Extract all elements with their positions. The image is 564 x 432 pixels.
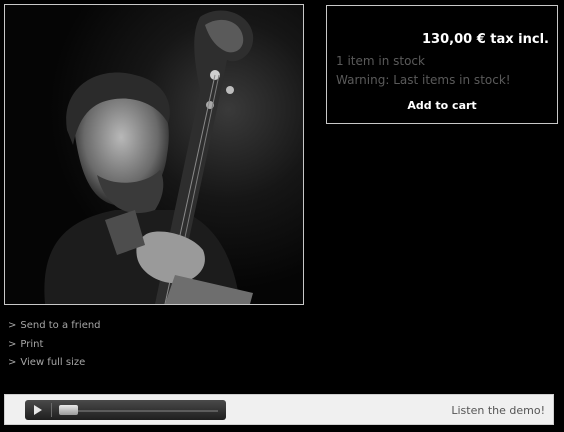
view-full-size-link[interactable]: > View full size [8, 356, 101, 375]
listen-demo-label: Listen the demo! [451, 404, 545, 417]
send-to-friend-link[interactable]: > Send to a friend [8, 319, 101, 338]
product-image[interactable] [4, 4, 304, 305]
product-photo [5, 5, 303, 304]
arrow-icon: > [8, 357, 17, 368]
print-link[interactable]: > Print [8, 338, 101, 357]
audio-player [25, 400, 226, 420]
player-divider [51, 403, 52, 417]
progress-slider-thumb[interactable] [59, 405, 78, 415]
play-button[interactable] [29, 403, 47, 417]
print-label: Print [20, 338, 44, 350]
buy-box: 130,00 € tax incl. 1 item in stock Warni… [326, 5, 558, 124]
add-to-cart-button[interactable]: Add to cart [327, 99, 557, 112]
play-icon [34, 405, 42, 415]
audio-player-bar: Listen the demo! [4, 394, 554, 425]
send-to-friend-label: Send to a friend [20, 320, 101, 331]
price: 130,00 € tax incl. [422, 32, 549, 47]
arrow-icon: > [8, 320, 17, 331]
product-links: > Send to a friend > Print > View full size [8, 319, 101, 375]
stock-quantity: 1 item in stock [336, 54, 425, 68]
view-full-size-label: View full size [20, 357, 86, 368]
stock-warning: Warning: Last items in stock! [336, 73, 511, 87]
progress-track[interactable] [59, 410, 218, 412]
arrow-icon: > [8, 338, 17, 350]
